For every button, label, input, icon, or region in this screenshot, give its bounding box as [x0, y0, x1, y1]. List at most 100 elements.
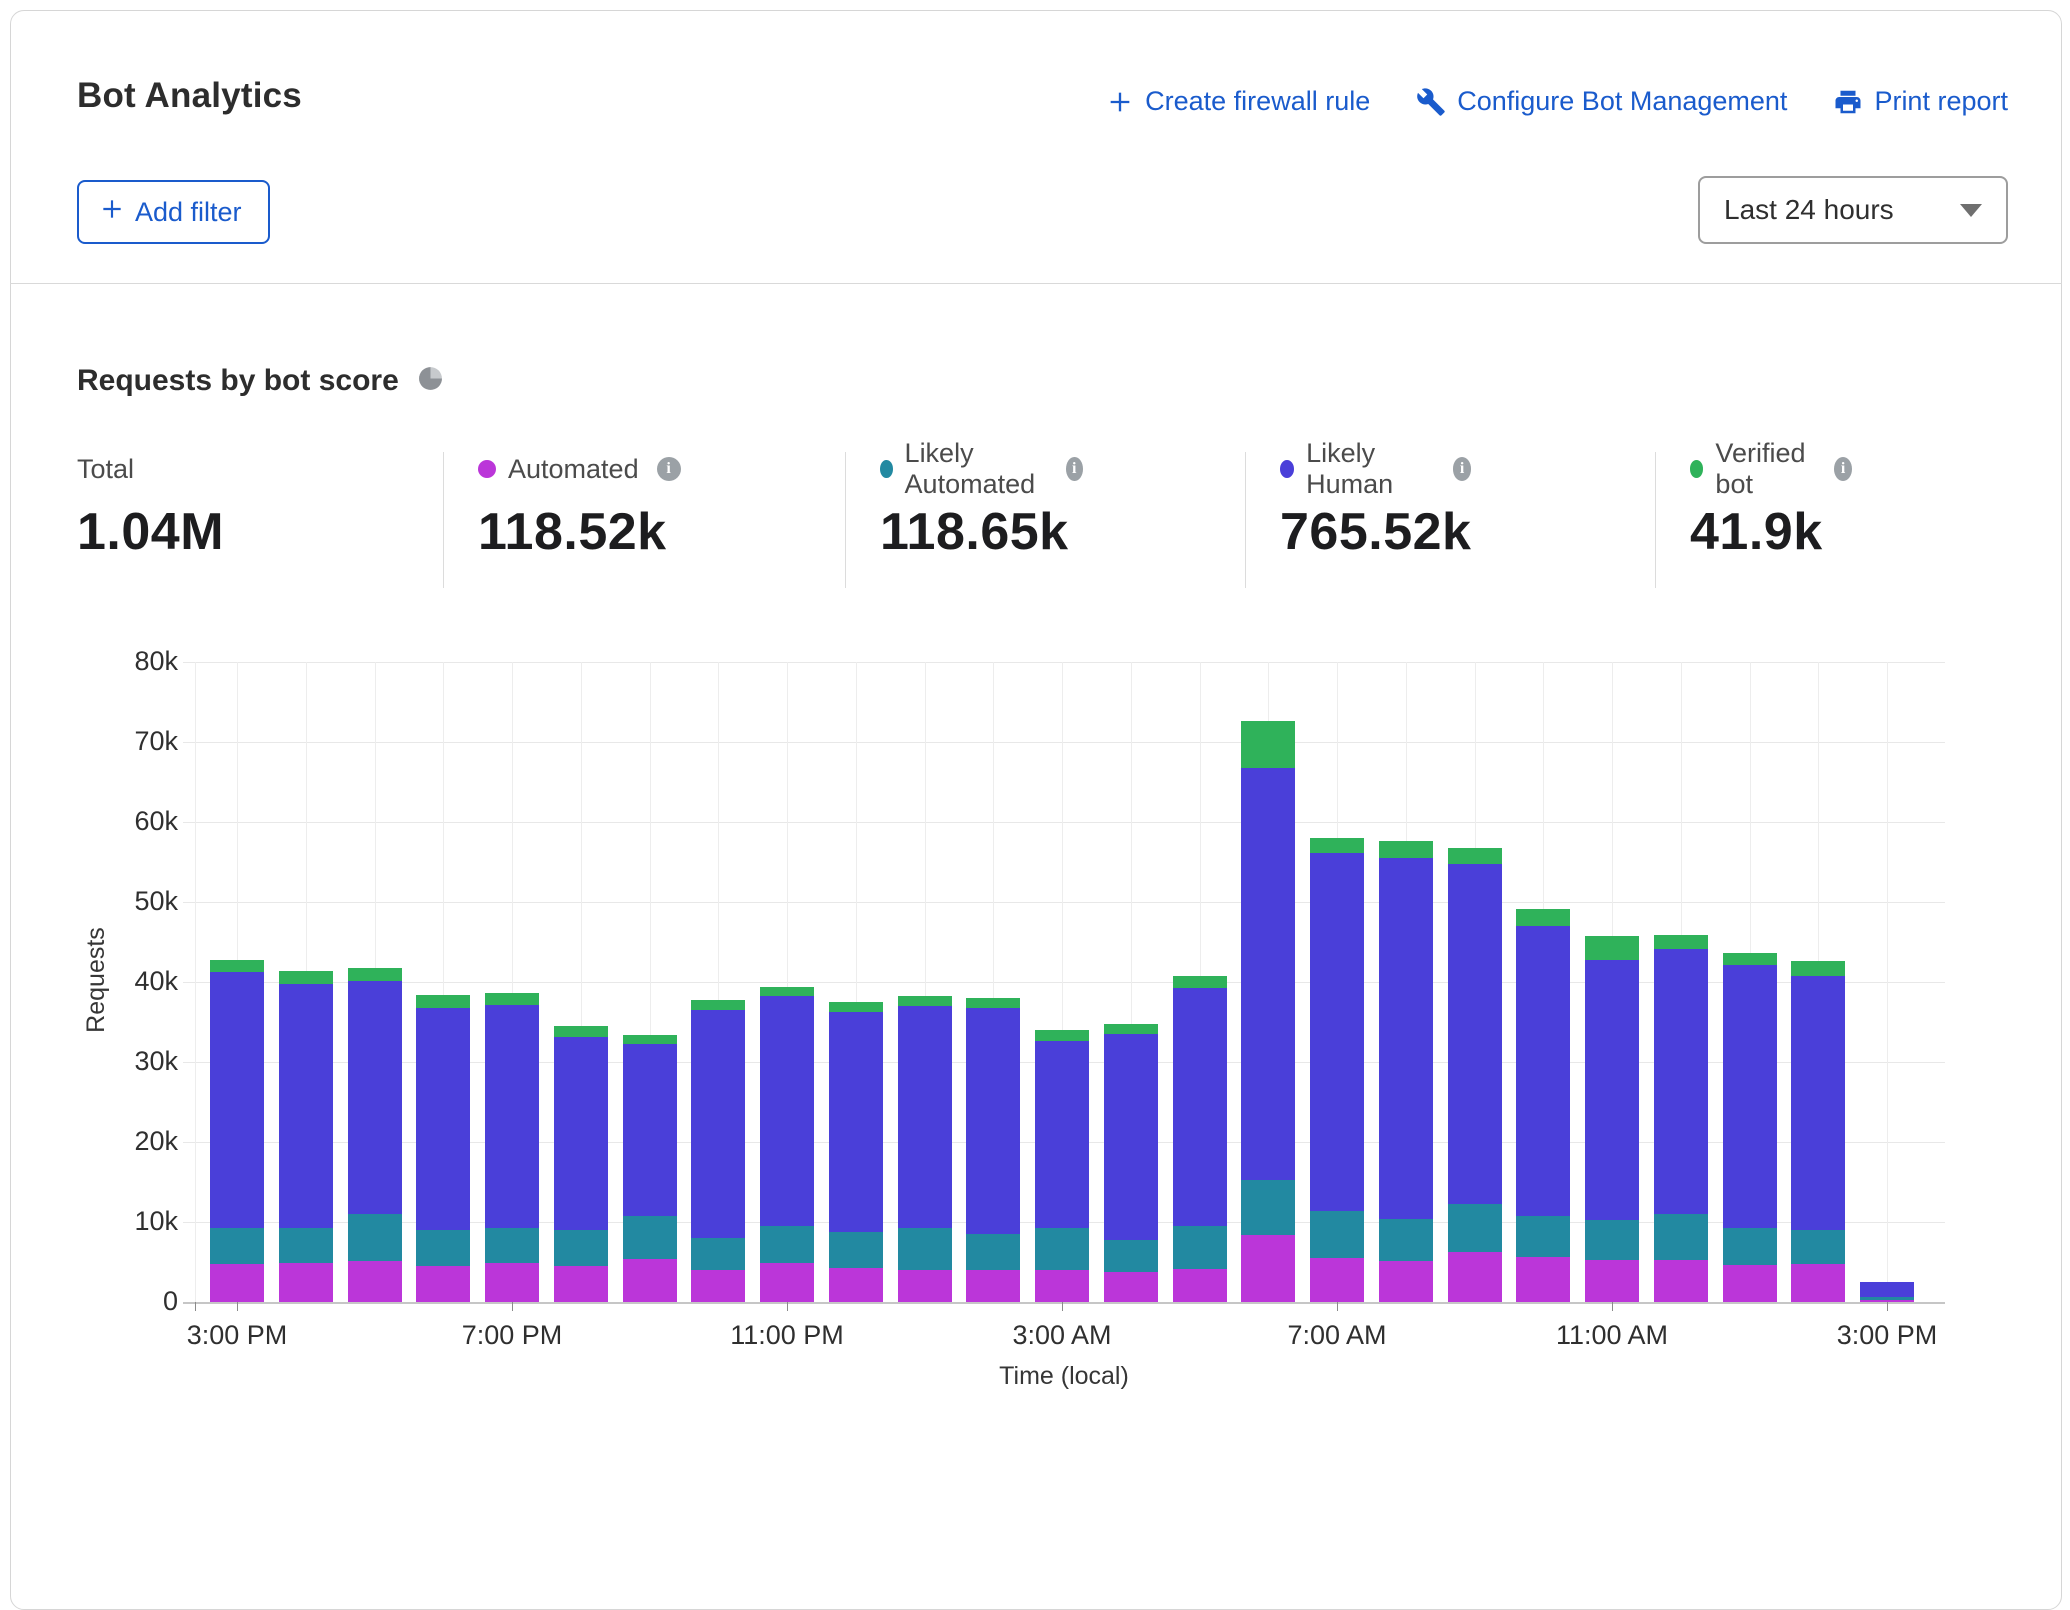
bar-segment-likely-automated[interactable]: [210, 1228, 264, 1264]
bar-segment-likely-automated[interactable]: [1310, 1211, 1364, 1258]
bar-segment-likely-human[interactable]: [416, 1008, 470, 1230]
bar-segment-automated[interactable]: [760, 1263, 814, 1302]
bar-segment-automated[interactable]: [1654, 1260, 1708, 1302]
bar-segment-automated[interactable]: [210, 1264, 264, 1302]
bar-segment-likely-human[interactable]: [348, 981, 402, 1214]
bar-segment-automated[interactable]: [966, 1270, 1020, 1302]
bar-segment-likely-human[interactable]: [1860, 1282, 1914, 1297]
bar-segment-likely-human[interactable]: [1379, 858, 1433, 1219]
bar-segment-verified-bot[interactable]: [1654, 935, 1708, 949]
bar-segment-likely-human[interactable]: [1585, 960, 1639, 1219]
bar-segment-likely-automated[interactable]: [1723, 1228, 1777, 1266]
bar-segment-likely-human[interactable]: [1723, 965, 1777, 1227]
bar-segment-likely-automated[interactable]: [1035, 1228, 1089, 1270]
bar-segment-likely-automated[interactable]: [1241, 1180, 1295, 1235]
x-tick-label: 3:00 AM: [972, 1320, 1152, 1351]
bar-segment-verified-bot[interactable]: [1791, 961, 1845, 975]
bar-segment-likely-automated[interactable]: [485, 1228, 539, 1263]
bar-segment-automated[interactable]: [623, 1259, 677, 1302]
bar-segment-automated[interactable]: [691, 1270, 745, 1302]
bar-segment-likely-automated[interactable]: [966, 1234, 1020, 1270]
bar-segment-likely-human[interactable]: [760, 996, 814, 1226]
bar-segment-likely-automated[interactable]: [1585, 1220, 1639, 1260]
bar-segment-verified-bot[interactable]: [691, 1000, 745, 1010]
bar-segment-verified-bot[interactable]: [1241, 721, 1295, 767]
bar-segment-verified-bot[interactable]: [1516, 909, 1570, 926]
bar-segment-likely-human[interactable]: [623, 1044, 677, 1215]
bar-segment-likely-automated[interactable]: [1654, 1214, 1708, 1260]
bar-segment-likely-automated[interactable]: [1448, 1204, 1502, 1252]
bar-segment-automated[interactable]: [1241, 1235, 1295, 1302]
bar-segment-likely-human[interactable]: [1173, 988, 1227, 1226]
bar-segment-verified-bot[interactable]: [279, 971, 333, 984]
bar-segment-automated[interactable]: [1104, 1272, 1158, 1302]
bar-segment-likely-human[interactable]: [1654, 949, 1708, 1214]
bar-segment-likely-automated[interactable]: [691, 1238, 745, 1270]
bar-segment-verified-bot[interactable]: [760, 987, 814, 997]
bar-segment-likely-automated[interactable]: [623, 1216, 677, 1259]
bar-segment-likely-automated[interactable]: [1173, 1226, 1227, 1269]
bar-segment-likely-human[interactable]: [966, 1008, 1020, 1234]
bar-segment-automated[interactable]: [279, 1263, 333, 1302]
bar-segment-likely-human[interactable]: [1035, 1041, 1089, 1228]
bar-segment-likely-automated[interactable]: [829, 1232, 883, 1267]
bar-segment-automated[interactable]: [1723, 1265, 1777, 1302]
bar-segment-likely-human[interactable]: [1104, 1034, 1158, 1240]
bar-segment-verified-bot[interactable]: [1448, 848, 1502, 863]
bar-segment-verified-bot[interactable]: [485, 993, 539, 1005]
bar-segment-verified-bot[interactable]: [416, 995, 470, 1008]
bar-segment-likely-human[interactable]: [485, 1005, 539, 1227]
bar-segment-likely-automated[interactable]: [554, 1230, 608, 1266]
bar-segment-automated[interactable]: [1448, 1252, 1502, 1302]
bar-segment-likely-human[interactable]: [691, 1010, 745, 1238]
bar-segment-likely-human[interactable]: [829, 1012, 883, 1232]
bar-segment-likely-automated[interactable]: [348, 1214, 402, 1261]
bar-segment-likely-automated[interactable]: [416, 1230, 470, 1266]
bar-segment-verified-bot[interactable]: [210, 960, 264, 972]
bar-segment-likely-human[interactable]: [279, 984, 333, 1229]
bar-segment-likely-automated[interactable]: [760, 1226, 814, 1263]
bar-segment-automated[interactable]: [829, 1268, 883, 1302]
bar-segment-likely-automated[interactable]: [279, 1228, 333, 1262]
bar-segment-likely-human[interactable]: [1791, 976, 1845, 1230]
bar-segment-verified-bot[interactable]: [348, 968, 402, 982]
bar-segment-likely-automated[interactable]: [1379, 1219, 1433, 1261]
bar-segment-likely-human[interactable]: [554, 1037, 608, 1230]
bar-segment-automated[interactable]: [1516, 1257, 1570, 1302]
bar-segment-automated[interactable]: [1173, 1269, 1227, 1302]
bar-segment-likely-human[interactable]: [1310, 853, 1364, 1211]
bar-segment-verified-bot[interactable]: [554, 1026, 608, 1037]
bar-segment-verified-bot[interactable]: [623, 1035, 677, 1045]
bar-segment-likely-human[interactable]: [898, 1006, 952, 1228]
bar-segment-likely-human[interactable]: [210, 972, 264, 1228]
bar-segment-automated[interactable]: [1585, 1260, 1639, 1302]
bar-segment-verified-bot[interactable]: [1173, 976, 1227, 987]
bar-segment-verified-bot[interactable]: [1585, 936, 1639, 960]
bar-segment-likely-human[interactable]: [1448, 864, 1502, 1204]
bar-segment-verified-bot[interactable]: [966, 998, 1020, 1008]
bar-segment-verified-bot[interactable]: [898, 996, 952, 1006]
bar-segment-verified-bot[interactable]: [1723, 953, 1777, 965]
x-tick-label: 3:00 PM: [147, 1320, 327, 1351]
bar-segment-verified-bot[interactable]: [1104, 1024, 1158, 1034]
bar-segment-likely-automated[interactable]: [898, 1228, 952, 1270]
bar-segment-verified-bot[interactable]: [1379, 841, 1433, 858]
bar-segment-automated[interactable]: [554, 1266, 608, 1302]
bar-segment-automated[interactable]: [1791, 1264, 1845, 1302]
bar-segment-likely-human[interactable]: [1241, 768, 1295, 1180]
bar-segment-automated[interactable]: [485, 1263, 539, 1302]
bar-segment-verified-bot[interactable]: [1310, 838, 1364, 853]
bar-segment-automated[interactable]: [898, 1270, 952, 1302]
bar-segment-automated[interactable]: [416, 1266, 470, 1302]
bar-segment-automated[interactable]: [1035, 1270, 1089, 1302]
bar-segment-automated[interactable]: [348, 1261, 402, 1302]
bar-segment-likely-automated[interactable]: [1860, 1297, 1914, 1300]
bar-segment-likely-automated[interactable]: [1104, 1240, 1158, 1272]
bar-segment-automated[interactable]: [1310, 1258, 1364, 1302]
bar-segment-verified-bot[interactable]: [1035, 1030, 1089, 1041]
bar-segment-verified-bot[interactable]: [829, 1002, 883, 1012]
bar-segment-likely-automated[interactable]: [1516, 1216, 1570, 1257]
bar-segment-likely-human[interactable]: [1516, 926, 1570, 1216]
bar-segment-likely-automated[interactable]: [1791, 1230, 1845, 1264]
bar-segment-automated[interactable]: [1379, 1261, 1433, 1302]
